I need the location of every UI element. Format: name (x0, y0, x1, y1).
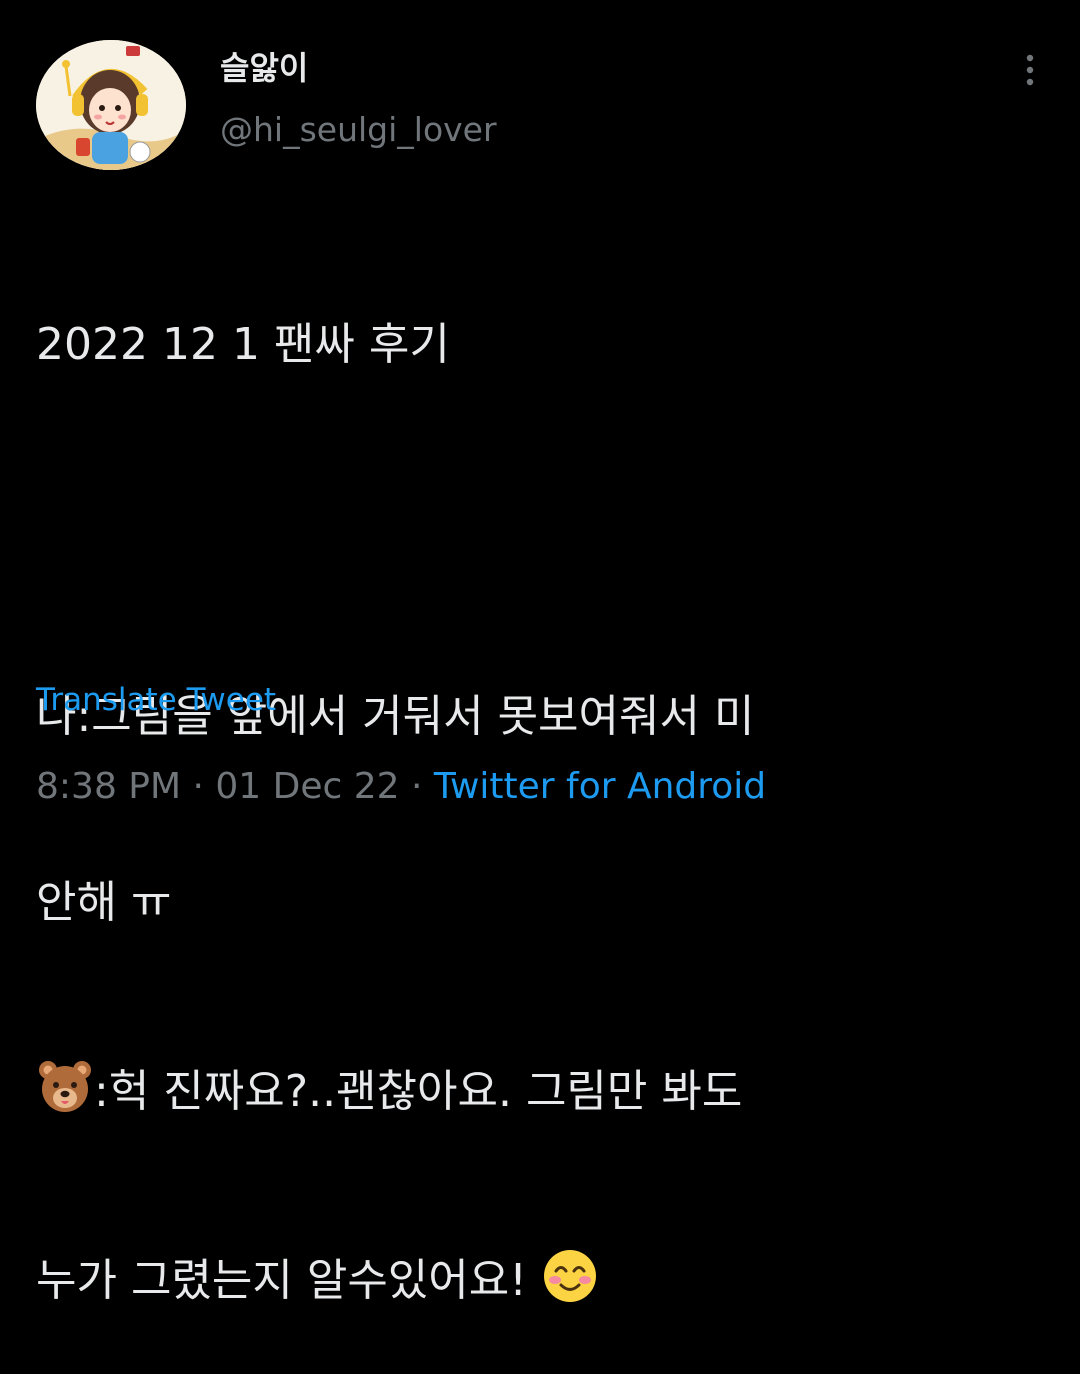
tweet-line: 2022 12 1 팬싸 후기 (36, 319, 450, 370)
tweet-date[interactable]: 01 Dec 22 (215, 766, 399, 807)
tweet-line: 누가 그렸는지 알수있어요! (36, 1247, 1036, 1312)
avatar-illustration (36, 40, 186, 170)
tweet-line: :헉 진짜요?..괜찮아요. 그림만 봐도 (36, 1058, 1036, 1123)
avatar[interactable] (36, 40, 186, 170)
tweet-line-text: 누가 그렸는지 알수있어요! (36, 1255, 541, 1306)
bear-face-icon (36, 1058, 94, 1116)
user-handle[interactable]: @hi_seulgi_lover (220, 106, 497, 154)
tweet-line-text: :헉 진짜요?..괜찮아요. 그림만 봐도 (94, 1066, 743, 1117)
separator: · (181, 766, 216, 807)
separator: · (399, 766, 434, 807)
more-options-icon[interactable] (1018, 50, 1042, 90)
author-names: 슬앓이 @hi_seulgi_lover (220, 46, 497, 154)
tweet-metadata: 8:38 PM · 01 Dec 22 · Twitter for Androi… (36, 762, 766, 812)
tweet-line: 안해 ㅠ (36, 877, 172, 928)
smiling-face-icon (541, 1247, 599, 1305)
display-name[interactable]: 슬앓이 (220, 46, 497, 90)
tweet-time[interactable]: 8:38 PM (36, 766, 181, 807)
tweet-header: 슬앓이 @hi_seulgi_lover (36, 40, 1044, 172)
translate-tweet-link[interactable]: Translate Tweet (36, 680, 276, 720)
tweet-source-link[interactable]: Twitter for Android (434, 766, 766, 807)
